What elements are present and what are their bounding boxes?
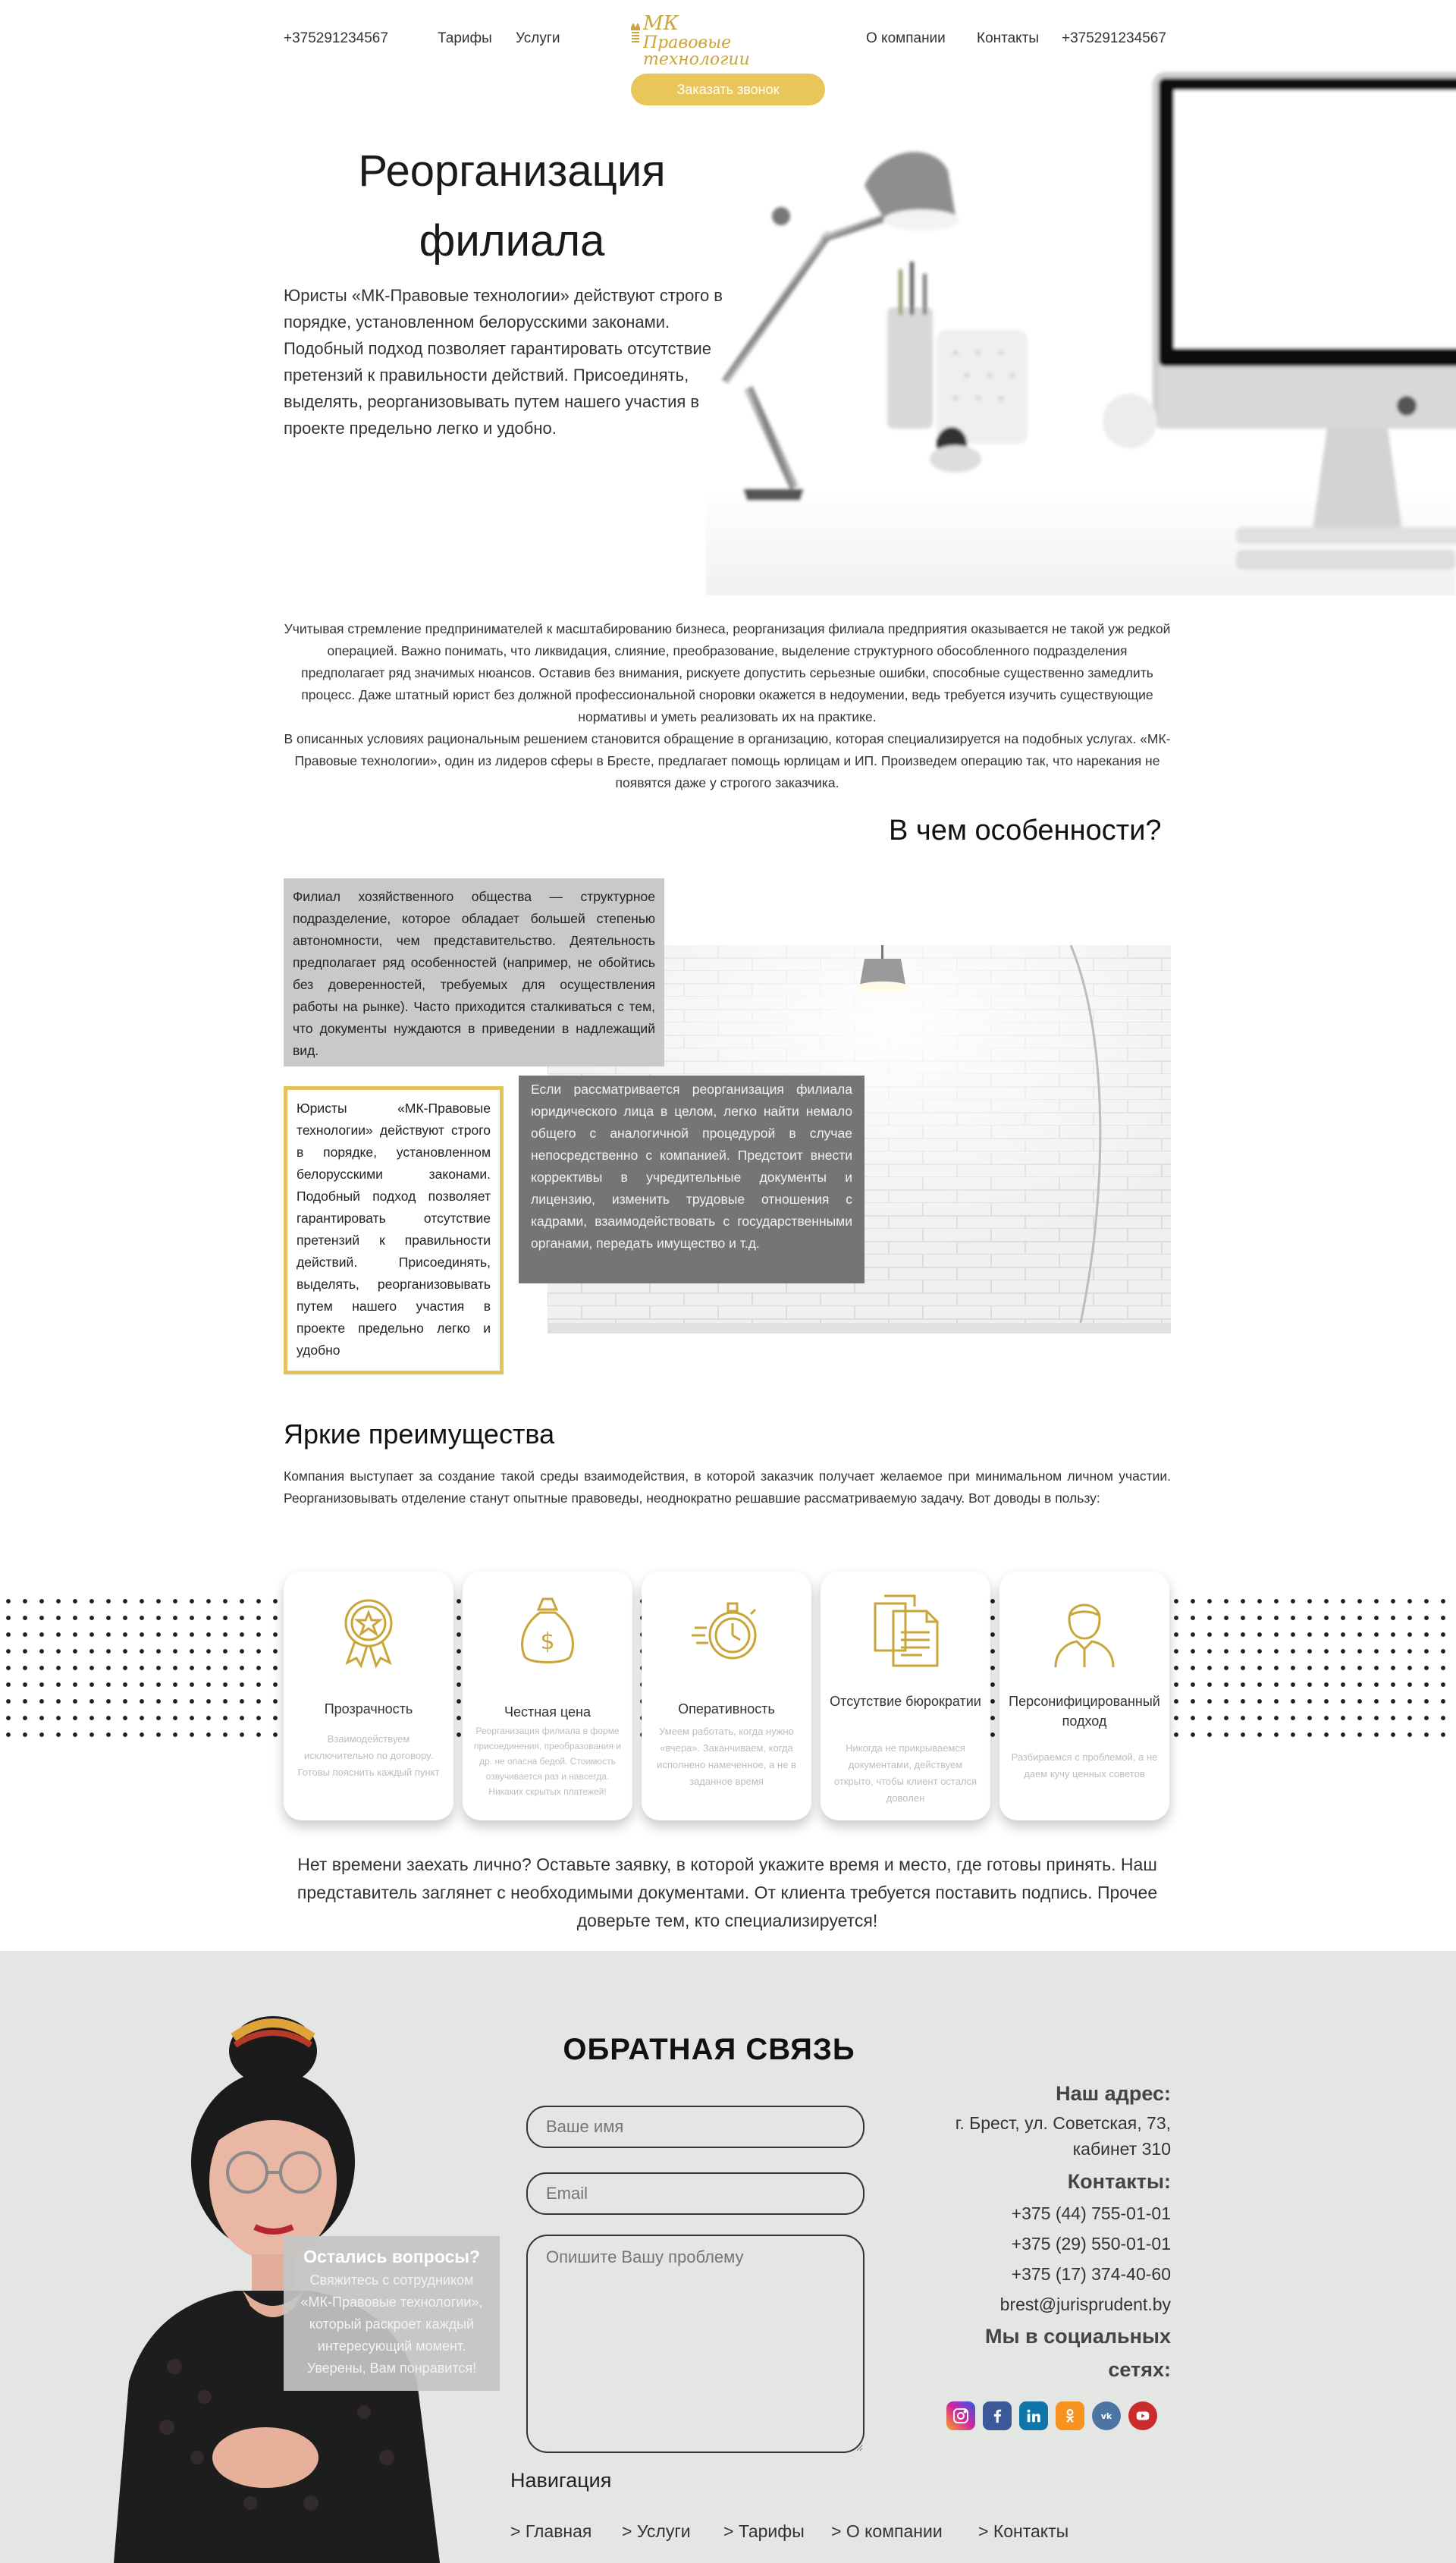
address-title: Наш адрес: [1056, 2082, 1171, 2105]
stopwatch-icon [692, 1602, 757, 1660]
footer-link-tariffs[interactable]: > Тарифы [723, 2521, 805, 2542]
header-phone-right[interactable]: +375291234567 [1062, 30, 1166, 47]
intro-section: Учитывая стремление предпринимателей к м… [284, 618, 1171, 794]
hero-desk-image [705, 72, 1456, 595]
footer-link-home[interactable]: > Главная [510, 2521, 592, 2542]
advantage-card-speed: Оперативность Умеем работать, когда нужн… [642, 1572, 811, 1820]
name-input[interactable] [526, 2106, 864, 2148]
card-title: Персонифицированный подход [1009, 1694, 1160, 1729]
hero-description: Юристы «МК-Правовые технологии» действую… [284, 286, 723, 438]
page-title-line1: Реорганизация [358, 146, 666, 196]
logo-mk-text: МК [643, 12, 679, 35]
award-badge-icon [344, 1599, 393, 1669]
nav-link-contacts[interactable]: Контакты [977, 30, 1039, 47]
svg-text:$: $ [540, 1629, 554, 1655]
page-title: Реорганизация филиала [284, 137, 739, 276]
contacts-title: Контакты: [1067, 2170, 1171, 2193]
problem-textarea[interactable] [526, 2235, 864, 2453]
questions-box: Остались вопросы? Свяжитесь с сотруднико… [284, 2236, 500, 2391]
questions-text: Свяжитесь с сотрудником «МК-Правовые тех… [300, 2272, 483, 2376]
footer-link-about[interactable]: > О компании [831, 2521, 943, 2542]
phone-1[interactable]: +375 (44) 755-01-01 [925, 2198, 1171, 2228]
contacts-block: Наш адрес: г. Брест, ул. Советская, 73, … [925, 2077, 1171, 2386]
card-title: Отсутствие бюрократии [830, 1694, 981, 1709]
advantages-description: Компания выступает за создание такой сре… [284, 1468, 1171, 1506]
feature-box-branch: Филиал хозяйственного общества — структу… [284, 878, 664, 1066]
card-description: Никогда не прикрываемся документами, дей… [833, 1742, 977, 1804]
social-title-line1: Мы в социальных [984, 2325, 1171, 2348]
advantages-heading: Яркие преимущества [279, 1418, 560, 1450]
nav-link-about[interactable]: О компании [866, 30, 946, 47]
address-line2: кабинет 310 [1072, 2139, 1171, 2159]
card-description: Разбираемся с проблемой, а не даем кучу … [1011, 1751, 1158, 1779]
logo-subtitle: Правовые технологии [643, 33, 750, 69]
advantage-card-no-bureaucracy: Отсутствие бюрократии Никогда не прикрыв… [821, 1572, 990, 1820]
vk-icon[interactable]: vk [1092, 2401, 1121, 2430]
company-logo[interactable]: МК Правовые технологии [629, 11, 828, 68]
youtube-icon[interactable] [1128, 2401, 1157, 2430]
features-heading-text: В чем особенности? [889, 815, 1162, 846]
page-title-line2: филиала [419, 216, 605, 265]
card-description: Взаимодействуем исключительно по договор… [297, 1733, 440, 1778]
phone-2[interactable]: +375 (29) 550-01-01 [925, 2228, 1171, 2259]
advantage-card-personal: Персонифицированный подход Разбираемся с… [999, 1572, 1169, 1820]
feedback-title: ОБРАТНАЯ СВЯЗЬ [563, 2033, 855, 2066]
phone-3[interactable]: +375 (17) 374-40-60 [925, 2259, 1171, 2289]
footer-link-contacts[interactable]: > Контакты [978, 2521, 1068, 2542]
footer-link-services[interactable]: > Услуги [622, 2521, 691, 2542]
card-title: Оперативность [678, 1701, 775, 1717]
nav-link-services[interactable]: Услуги [516, 30, 560, 47]
questions-title: Остались вопросы? [303, 2247, 480, 2266]
social-links: vk [946, 2401, 1157, 2430]
facebook-icon[interactable] [983, 2401, 1012, 2430]
feature-box-reorganization: Если рассматривается реорганизация филиа… [519, 1076, 864, 1283]
advantage-card-fair-price: $ Честная цена Реорганизация филиала в ф… [463, 1572, 632, 1820]
advantages-heading-text: Яркие преимущества [284, 1418, 555, 1450]
call-to-action-text: Нет времени заехать лично? Оставьте заяв… [297, 1855, 1158, 1930]
email-link[interactable]: brest@jurisprudent.by [925, 2289, 1171, 2320]
nav-link-tariffs[interactable]: Тарифы [438, 30, 492, 47]
card-title: Прозрачность [324, 1701, 413, 1717]
header-phone-left[interactable]: +375291234567 [284, 30, 388, 47]
social-title-line2: сетях: [1108, 2358, 1171, 2381]
svg-text:vk: vk [1101, 2411, 1112, 2421]
advantage-card-transparency: Прозрачность Взаимодействуем исключитель… [284, 1572, 453, 1820]
email-input[interactable] [526, 2172, 864, 2215]
feature-box-lawyers: Юристы «МК-Правовые технологии» действую… [284, 1086, 504, 1374]
card-description: Реорганизация филиала в форме присоедине… [473, 1726, 622, 1797]
card-title: Честная цена [504, 1704, 592, 1720]
card-description: Умеем работать, когда нужно «вчера». Зак… [657, 1726, 796, 1787]
intro-paragraph-2: В описанных условиях рациональным решени… [284, 731, 1171, 790]
intro-paragraph-1: Учитывая стремление предпринимателей к м… [284, 621, 1171, 724]
odnoklassniki-icon[interactable] [1056, 2401, 1084, 2430]
footer-navigation-title: Навигация [510, 2469, 612, 2492]
documents-icon [874, 1594, 939, 1667]
person-icon [1054, 1603, 1115, 1668]
money-bag-icon: $ [521, 1597, 574, 1663]
features-heading: В чем особенности? [884, 815, 1166, 847]
crown-icon [631, 23, 640, 42]
linkedin-icon[interactable] [1019, 2401, 1048, 2430]
address-line1: г. Брест, ул. Советская, 73, [955, 2113, 1171, 2133]
instagram-icon[interactable] [946, 2401, 975, 2430]
